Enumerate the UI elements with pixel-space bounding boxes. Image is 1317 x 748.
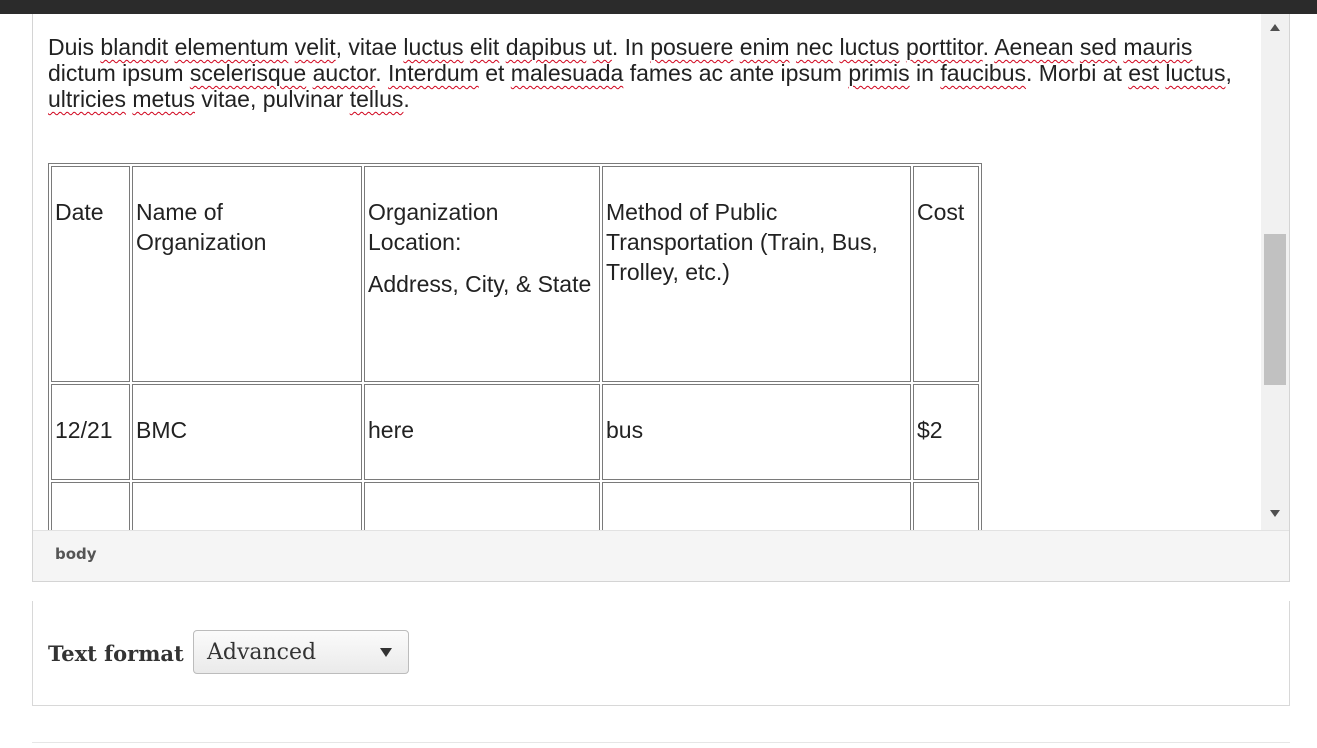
text-format-label: Text format: [48, 641, 184, 666]
spellcheck-word: dapibus: [505, 34, 587, 60]
spellcheck-word: velit: [294, 34, 336, 60]
spellcheck-word: primis: [848, 60, 910, 86]
vertical-scrollbar[interactable]: [1261, 14, 1289, 530]
cell-location[interactable]: here: [364, 384, 600, 480]
table-row: 12/21 BMC here bus $2: [51, 384, 979, 480]
header-cell-method[interactable]: Method of Public Transportation (Train, …: [602, 166, 911, 382]
editor-content-area[interactable]: Duis blandit elementum velit, vitae luct…: [33, 14, 1261, 530]
spellcheck-word: mauris: [1123, 34, 1193, 60]
cell-method[interactable]: bus: [602, 384, 911, 480]
transportation-table[interactable]: Date Name of Organization Organization L…: [48, 163, 982, 530]
spellcheck-word: sed: [1079, 34, 1117, 60]
text-format-selected-value: Advanced: [207, 640, 317, 665]
cell-method[interactable]: [602, 482, 911, 530]
spellcheck-word: tellus: [349, 86, 404, 112]
divider: [32, 742, 1290, 743]
chevron-down-icon: [380, 648, 392, 657]
location-header-line1: Organization Location:: [368, 199, 499, 255]
table-header-row: Date Name of Organization Organization L…: [51, 166, 979, 382]
table-row-empty: [51, 482, 979, 530]
editor-paragraph[interactable]: Duis blandit elementum velit, vitae luct…: [48, 34, 1253, 112]
rich-text-editor[interactable]: Duis blandit elementum velit, vitae luct…: [32, 14, 1290, 582]
text-format-select[interactable]: Advanced: [193, 630, 409, 674]
header-cell-date[interactable]: Date: [51, 166, 130, 382]
spellcheck-word: auctor: [312, 60, 376, 86]
spellcheck-word: scelerisque: [189, 60, 307, 86]
spellcheck-word: luctus: [1165, 60, 1226, 86]
header-cell-cost[interactable]: Cost: [913, 166, 979, 382]
cell-date[interactable]: [51, 482, 130, 530]
spellcheck-word: elementum: [174, 34, 289, 60]
element-path-body[interactable]: body: [55, 545, 97, 563]
cell-name[interactable]: BMC: [132, 384, 362, 480]
spellcheck-word: porttitor: [905, 34, 983, 60]
cell-cost[interactable]: $2: [913, 384, 979, 480]
cell-location[interactable]: [364, 482, 600, 530]
spellcheck-word: Aenean: [994, 34, 1074, 60]
spellcheck-word: enim: [739, 34, 790, 60]
header-cell-location[interactable]: Organization Location: Address, City, & …: [364, 166, 600, 382]
cell-cost[interactable]: [913, 482, 979, 530]
spellcheck-word: luctus: [403, 34, 464, 60]
scroll-down-arrow-icon[interactable]: [1270, 510, 1280, 517]
cell-date[interactable]: 12/21: [51, 384, 130, 480]
spellcheck-word: Interdum: [388, 60, 479, 86]
header-cell-name[interactable]: Name of Organization: [132, 166, 362, 382]
element-path-bar: body: [33, 530, 1289, 581]
cell-name[interactable]: [132, 482, 362, 530]
spellcheck-word: luctus: [839, 34, 900, 60]
text-format-wrapper: Text format Advanced: [32, 601, 1290, 706]
spellcheck-word: malesuada: [510, 60, 624, 86]
scrollbar-thumb[interactable]: [1264, 234, 1286, 385]
spellcheck-word: nec: [795, 34, 834, 60]
spellcheck-word: est: [1128, 60, 1159, 86]
spellcheck-word: ultricies: [48, 86, 126, 112]
scroll-up-arrow-icon[interactable]: [1270, 24, 1280, 31]
location-header-line2: Address, City, & State: [368, 271, 592, 297]
top-dark-bar: [0, 0, 1317, 14]
spellcheck-word: ut: [592, 34, 612, 60]
spellcheck-word: blandit: [100, 34, 169, 60]
spellcheck-word: elit: [469, 34, 500, 60]
spellcheck-word: faucibus: [940, 60, 1027, 86]
spellcheck-word: metus: [132, 86, 195, 112]
spellcheck-word: posuere: [650, 34, 734, 60]
